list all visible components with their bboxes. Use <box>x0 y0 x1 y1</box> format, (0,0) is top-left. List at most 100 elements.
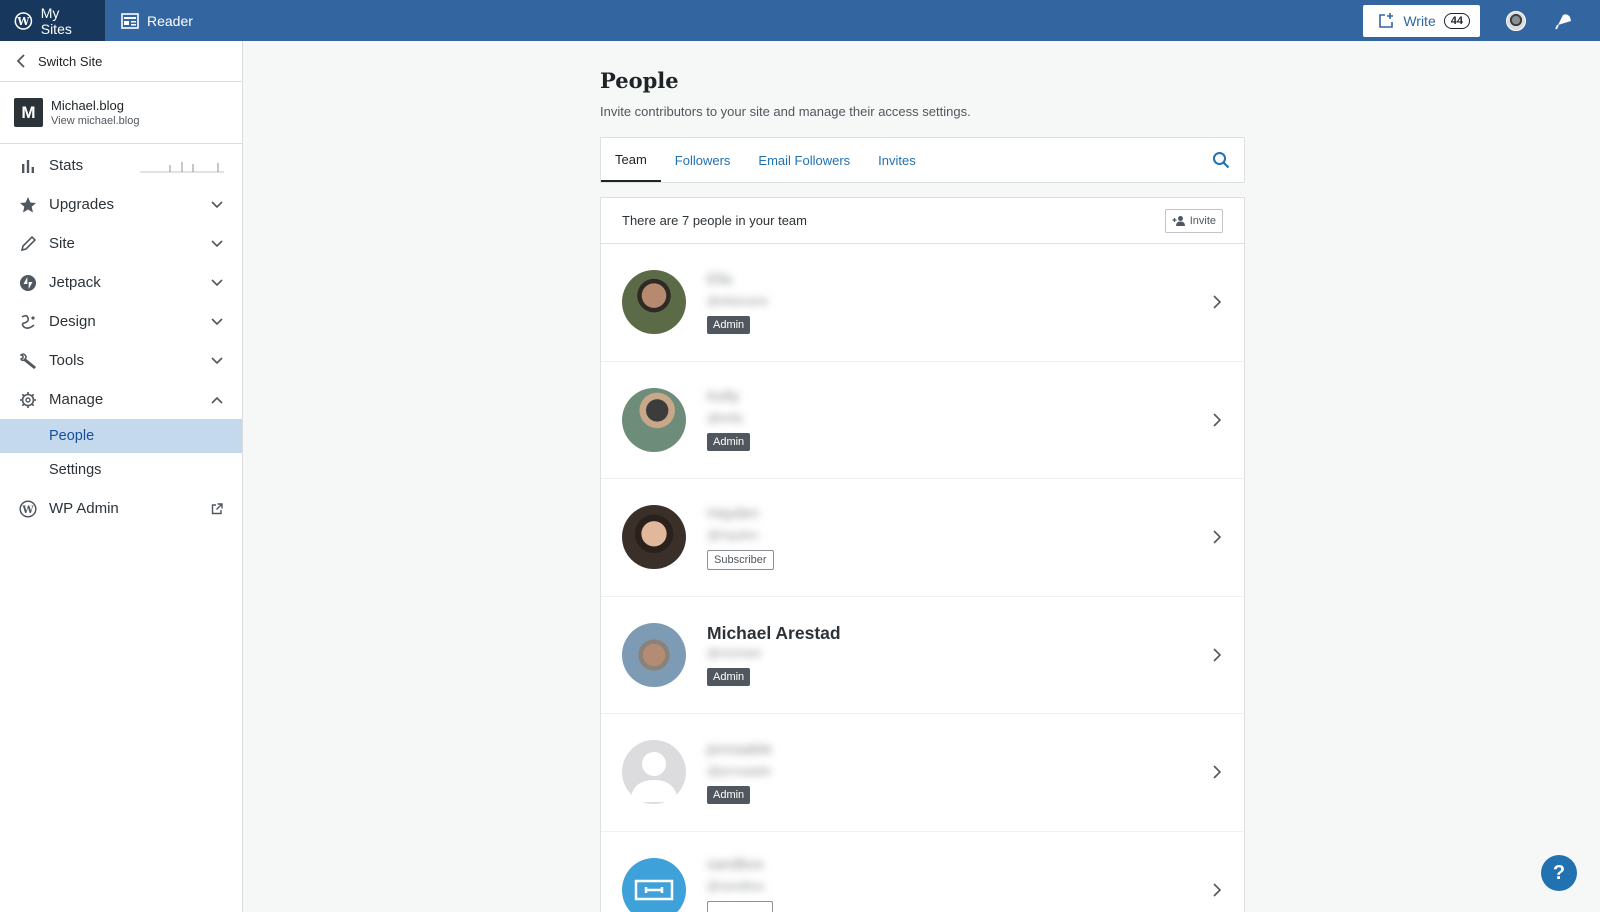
team-row[interactable]: Kelly @kelly Admin <box>601 362 1244 479</box>
sidebar-item-design[interactable]: Design <box>0 302 242 341</box>
sidebar-item-manage[interactable]: Manage <box>0 380 242 419</box>
site-url-link[interactable]: View michael.blog <box>51 115 139 127</box>
chevron-down-icon <box>210 237 224 251</box>
sidebar-item-wp-admin[interactable]: W WP Admin <box>0 489 242 528</box>
svg-text:W: W <box>21 504 34 515</box>
chevron-left-icon <box>16 54 25 68</box>
switch-site-button[interactable]: Switch Site <box>0 41 242 82</box>
write-icon <box>1379 12 1394 28</box>
role-badge: Admin <box>707 433 751 452</box>
site-logo: M <box>14 98 43 127</box>
avatar <box>622 740 686 805</box>
sidebar-item-tools[interactable]: Tools <box>0 341 242 380</box>
help-button[interactable]: ? <box>1541 855 1577 891</box>
sidebar-item-label: WP Admin <box>49 500 119 517</box>
person-handle: @hayden <box>707 527 759 542</box>
chevron-down-icon <box>210 198 224 212</box>
sidebar: Switch Site M Michael.blog View michael.… <box>0 41 243 912</box>
sidebar-item-jetpack[interactable]: Jetpack <box>0 263 242 302</box>
site-avatar-icon <box>634 880 674 901</box>
chevron-right-icon <box>1210 295 1224 309</box>
sidebar-subitem-people[interactable]: People <box>0 419 242 453</box>
search-button[interactable] <box>1212 151 1230 174</box>
sidebar-item-stats[interactable]: Stats <box>0 146 242 185</box>
stats-icon <box>18 156 38 176</box>
svg-text:W: W <box>16 14 30 27</box>
chevron-right-icon <box>1210 883 1224 897</box>
stats-sparkline <box>140 161 224 172</box>
team-row[interactable]: sandbox @sandbox <box>601 832 1244 912</box>
people-tabs: Team Followers Email Followers Invites <box>600 137 1245 183</box>
person-handle: @kelly <box>707 411 744 426</box>
chevron-down-icon <box>210 276 224 290</box>
invite-button[interactable]: Invite <box>1164 208 1223 233</box>
default-avatar-icon <box>630 752 678 803</box>
sidebar-item-label: Stats <box>49 157 84 174</box>
chevron-up-icon <box>210 393 224 407</box>
wordpress-icon: W <box>18 499 38 519</box>
tab-team[interactable]: Team <box>601 138 661 182</box>
role-badge: Admin <box>707 315 751 334</box>
person-name: Kelly <box>707 388 740 406</box>
avatar <box>622 387 686 452</box>
team-row[interactable]: Michael Arestad @michael Admin <box>601 597 1244 714</box>
my-sites-label: My Sites <box>40 4 72 37</box>
page-subtitle: Invite contributors to your site and man… <box>600 104 971 119</box>
reader-label: Reader <box>147 12 193 29</box>
user-avatar[interactable] <box>1506 10 1526 31</box>
wrench-icon <box>18 351 38 371</box>
team-row[interactable]: Ella @ellamarie Admin <box>601 244 1244 362</box>
person-name: Michael Arestad <box>707 623 841 644</box>
chevron-right-icon <box>1210 765 1224 779</box>
team-row[interactable]: jennaable @jennaable Admin <box>601 714 1244 832</box>
team-header: There are 7 people in your team Invite <box>601 198 1244 244</box>
person-handle: @sandbox <box>707 879 765 894</box>
search-icon <box>1213 152 1230 169</box>
person-name: jennaable <box>707 740 773 758</box>
notifications-button[interactable] <box>1554 11 1574 31</box>
sidebar-item-label: Manage <box>49 391 104 408</box>
tab-email-followers[interactable]: Email Followers <box>744 138 864 182</box>
avatar <box>622 505 686 570</box>
gear-icon <box>18 390 38 410</box>
jetpack-icon <box>18 273 38 293</box>
avatar <box>622 270 686 335</box>
chevron-down-icon <box>210 354 224 368</box>
star-icon <box>18 195 38 215</box>
write-count-badge: 44 <box>1443 12 1470 29</box>
add-user-icon <box>1172 215 1185 226</box>
sidebar-item-label: Upgrades <box>49 196 115 213</box>
person-name: Hayden <box>707 504 759 522</box>
person-name: Ella <box>707 270 733 288</box>
tab-followers[interactable]: Followers <box>661 138 745 182</box>
tab-invites[interactable]: Invites <box>864 138 930 182</box>
team-list: There are 7 people in your team Invite E… <box>600 197 1245 912</box>
team-row[interactable]: Hayden @hayden Subscriber <box>601 479 1244 597</box>
chevron-right-icon <box>1210 648 1224 662</box>
chevron-right-icon <box>1210 530 1224 544</box>
avatar <box>622 622 686 687</box>
chevron-down-icon <box>210 315 224 329</box>
sidebar-item-label: Jetpack <box>49 274 101 291</box>
sidebar-item-upgrades[interactable]: Upgrades <box>0 185 242 224</box>
design-icon <box>18 312 38 332</box>
sidebar-item-site[interactable]: Site <box>0 224 242 263</box>
avatar <box>622 858 686 912</box>
external-link-icon <box>210 502 224 516</box>
person-handle: @jennaable <box>707 763 772 778</box>
switch-site-label: Switch Site <box>38 53 103 69</box>
my-sites-button[interactable]: W My Sites <box>0 0 105 41</box>
write-button[interactable]: Write 44 <box>1363 4 1480 37</box>
reader-button[interactable]: Reader <box>105 0 207 41</box>
sidebar-subitem-settings[interactable]: Settings <box>0 453 242 487</box>
role-badge <box>707 901 773 912</box>
bell-icon <box>1555 13 1571 29</box>
wordpress-icon: W <box>14 11 33 30</box>
site-title: Michael.blog <box>51 98 124 113</box>
main-content: People Invite contributors to your site … <box>600 41 1245 912</box>
site-card[interactable]: M Michael.blog View michael.blog <box>0 82 242 144</box>
role-badge: Subscriber <box>707 549 774 570</box>
person-name: sandbox <box>707 856 764 874</box>
write-label: Write <box>1403 12 1436 29</box>
role-badge: Admin <box>707 668 751 687</box>
